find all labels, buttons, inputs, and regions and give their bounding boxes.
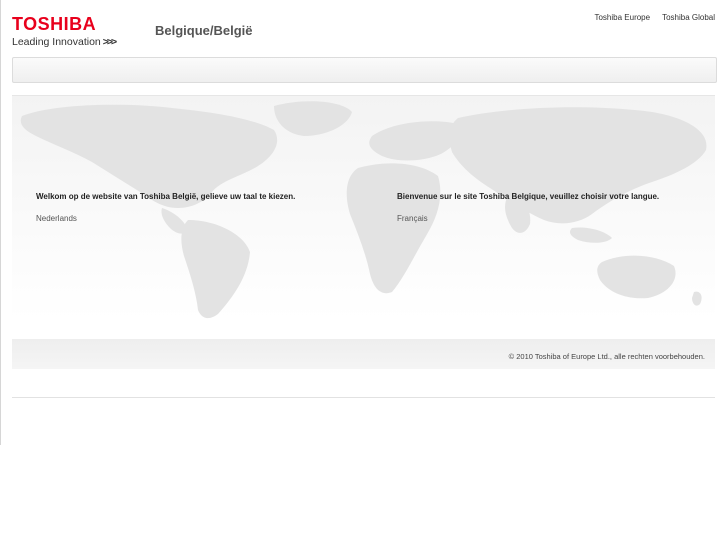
tagline-text: Leading Innovation	[12, 36, 101, 48]
bottom-divider	[12, 397, 715, 398]
footer-bar: © 2010 Toshiba of Europe Ltd., alle rech…	[12, 339, 715, 369]
welcome-text-dutch: Welkom op de website van Toshiba België,…	[36, 192, 296, 201]
chevrons-icon: >>>	[102, 36, 117, 48]
logo-tagline: Leading Innovation >>>	[12, 36, 117, 48]
top-links: Toshiba Europe Toshiba Global	[594, 13, 715, 22]
toshiba-logo[interactable]: TOSHIBA Leading Innovation >>>	[12, 14, 117, 48]
copyright-notice: © 2010 Toshiba of Europe Ltd., alle rech…	[508, 352, 705, 361]
welcome-french: Bienvenue sur le site Toshiba Belgique, …	[397, 192, 717, 226]
navigation-bar	[12, 57, 717, 83]
link-toshiba-europe[interactable]: Toshiba Europe	[594, 13, 650, 22]
link-nederlands[interactable]: Nederlands	[36, 214, 77, 223]
region-title: Belgique/België	[155, 23, 253, 38]
welcome-text-french: Bienvenue sur le site Toshiba Belgique, …	[397, 192, 660, 201]
link-francais[interactable]: Français	[397, 214, 428, 223]
link-toshiba-global[interactable]: Toshiba Global	[662, 13, 715, 22]
left-page-rule	[0, 0, 1, 445]
welcome-dutch: Welkom op de website van Toshiba België,…	[36, 192, 356, 226]
logo-wordmark: TOSHIBA	[12, 14, 97, 34]
